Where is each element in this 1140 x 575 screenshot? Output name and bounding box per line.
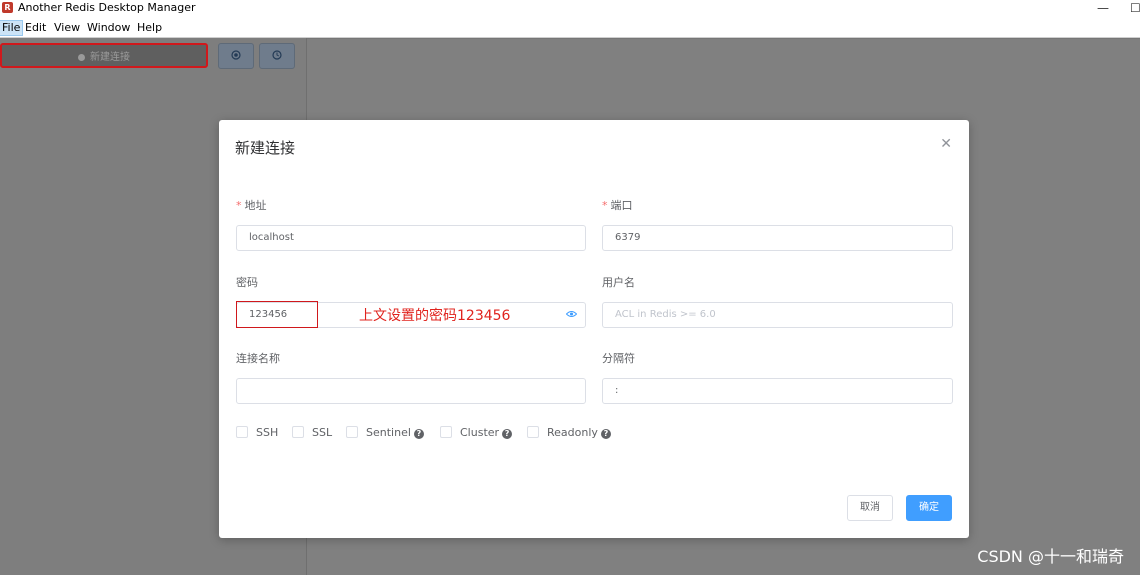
new-connection-dialog: 新建连接 ✕ * 地址 localhost * 端口 6379 密码 123456 … — [219, 120, 969, 538]
ssl-label: SSL — [312, 426, 333, 439]
checkbox-square — [527, 426, 539, 438]
ssh-checkbox[interactable]: SSH — [236, 426, 278, 440]
separator-value: : — [615, 385, 619, 396]
host-label: * 地址 — [236, 197, 267, 213]
target-button[interactable] — [218, 43, 254, 69]
minimize-button[interactable]: — — [1097, 0, 1109, 16]
separator-input[interactable]: : — [602, 378, 953, 404]
plus-circle-icon — [78, 53, 85, 61]
cluster-label: Cluster — [460, 426, 500, 439]
new-connection-label: 新建连接 — [90, 52, 130, 63]
cancel-button[interactable]: 取消 — [847, 495, 893, 521]
checkbox-square — [346, 426, 358, 438]
password-label: 密码 — [236, 276, 258, 289]
connection-name-label: 连接名称 — [236, 352, 280, 365]
readonly-label: Readonly — [547, 426, 598, 439]
connection-name-input[interactable] — [236, 378, 586, 404]
port-input[interactable]: 6379 — [602, 225, 953, 251]
history-button[interactable] — [259, 43, 295, 69]
title-bar: R Another Redis Desktop Manager — ☐ — [0, 0, 1140, 18]
menu-edit[interactable]: Edit — [23, 21, 48, 35]
checkbox-square — [440, 426, 452, 438]
new-connection-button[interactable]: 新建连接 — [0, 43, 208, 68]
required-mark: * — [602, 199, 608, 212]
separator-label: 分隔符 — [602, 352, 635, 365]
dialog-title: 新建连接 — [235, 139, 296, 157]
close-icon[interactable]: ✕ — [940, 136, 952, 152]
target-icon — [231, 50, 241, 60]
required-mark: * — [236, 199, 242, 212]
password-annotation: 上文设置的密码123456 — [359, 308, 511, 324]
readonly-checkbox[interactable]: Readonly? — [527, 426, 611, 440]
checkbox-square — [292, 426, 304, 438]
port-label: * 端口 — [602, 197, 633, 213]
maximize-button[interactable]: ☐ — [1130, 0, 1140, 16]
ssh-label: SSH — [256, 426, 279, 439]
checkbox-square — [236, 426, 248, 438]
cluster-checkbox[interactable]: Cluster? — [440, 426, 513, 440]
help-icon[interactable]: ? — [600, 429, 611, 439]
eye-icon[interactable] — [566, 310, 577, 318]
host-value: localhost — [249, 232, 294, 243]
help-icon[interactable]: ? — [413, 429, 424, 439]
help-icon[interactable]: ? — [502, 429, 513, 439]
host-label-text: 地址 — [244, 199, 267, 212]
menu-view[interactable]: View — [52, 21, 82, 35]
watermark: CSDN @十一和瑞奇 — [977, 547, 1124, 566]
port-value: 6379 — [615, 232, 641, 243]
sentinel-label: Sentinel — [366, 426, 411, 439]
port-label-text: 端口 — [610, 199, 633, 212]
menu-help[interactable]: Help — [135, 21, 164, 35]
ok-button[interactable]: 确定 — [906, 495, 952, 521]
menu-window[interactable]: Window — [85, 21, 132, 35]
clock-icon — [272, 50, 282, 60]
window-title: Another Redis Desktop Manager — [18, 1, 196, 14]
app-logo-icon: R — [2, 2, 13, 13]
ssl-checkbox[interactable]: SSL — [292, 426, 332, 440]
username-input[interactable]: ACL in Redis >= 6.0 — [602, 302, 953, 328]
host-input[interactable]: localhost — [236, 225, 586, 251]
sentinel-checkbox[interactable]: Sentinel? — [346, 426, 424, 440]
menu-bar: File Edit View Window Help — [0, 18, 1140, 38]
username-placeholder: ACL in Redis >= 6.0 — [615, 309, 716, 320]
password-highlight-box — [236, 301, 318, 328]
username-label: 用户名 — [602, 276, 635, 289]
menu-file[interactable]: File — [0, 20, 24, 36]
